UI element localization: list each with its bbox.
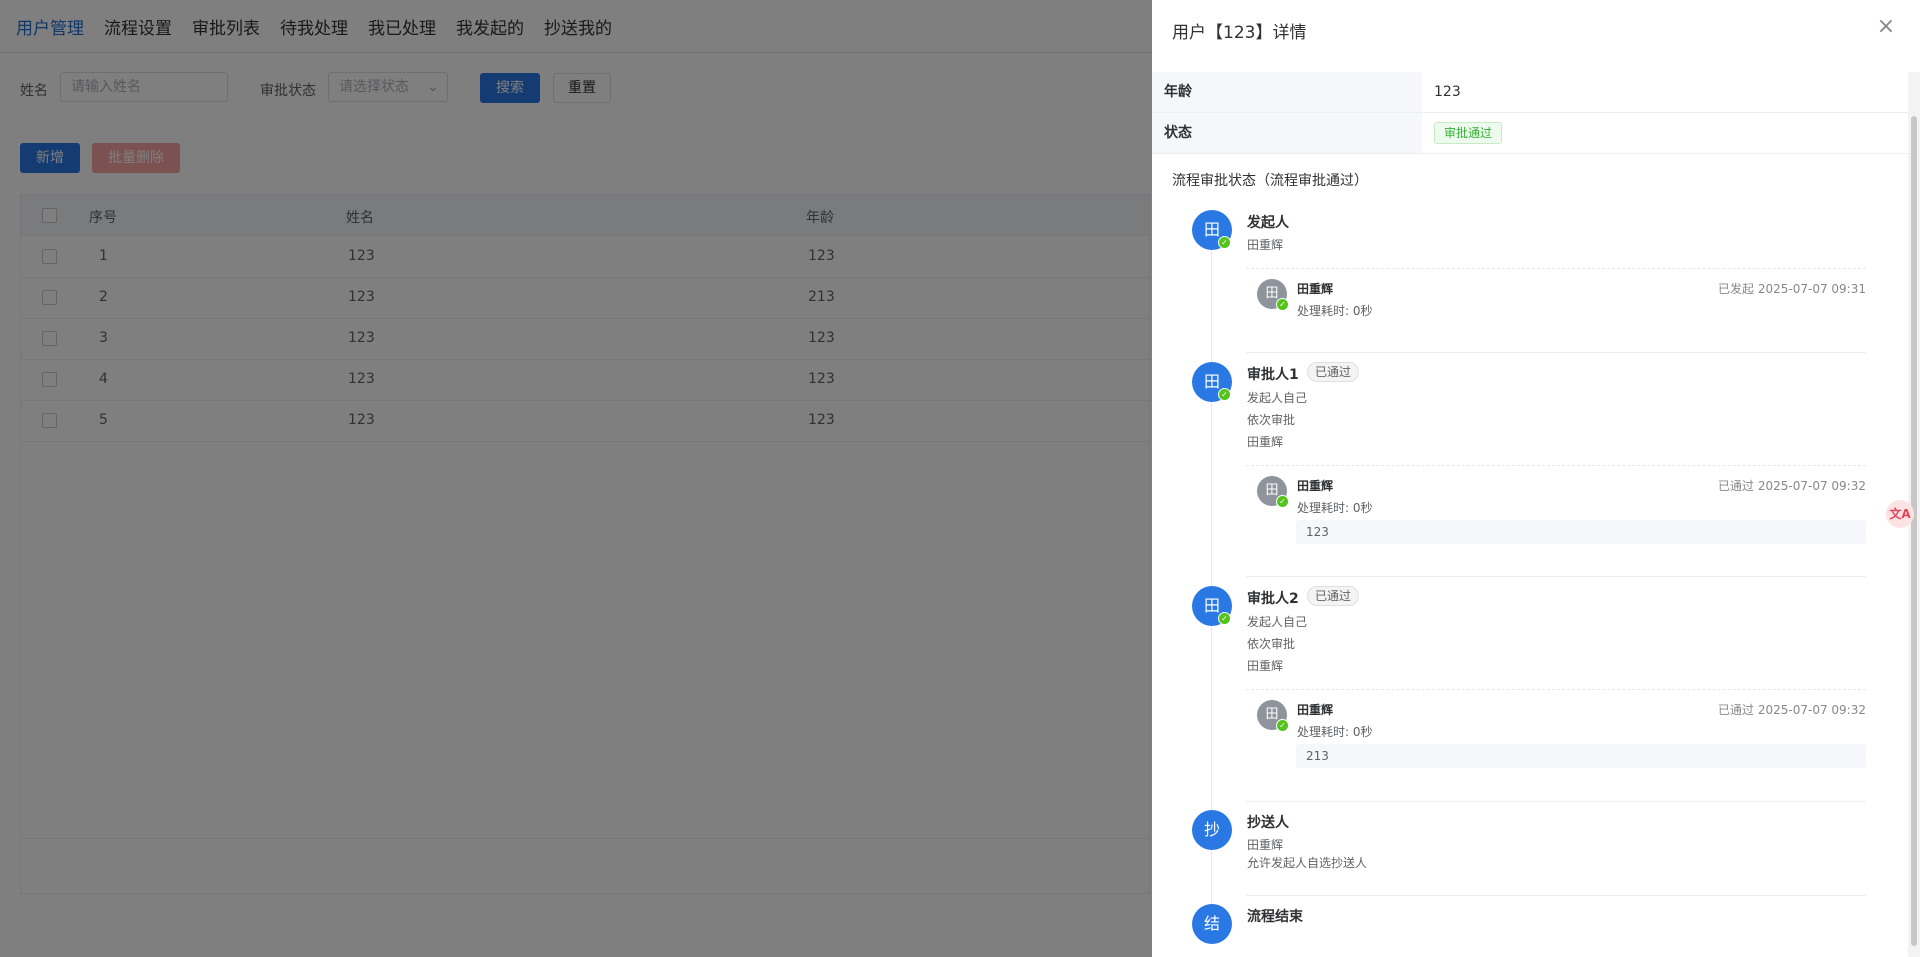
close-icon[interactable]: ×	[1874, 16, 1898, 40]
detail-label: 状态	[1152, 113, 1422, 153]
node-sub: 田重辉	[1247, 838, 1284, 852]
divider	[1246, 689, 1866, 690]
detail-drawer: 用户【123】详情 × 年龄 123 状态 审批通过 流程审批状态（流程审批通过…	[1152, 0, 1920, 957]
node-title: 抄送人	[1247, 815, 1289, 831]
translate-icon[interactable]: 文A	[1886, 500, 1914, 528]
check-icon: ✓	[1218, 236, 1231, 249]
activity-duration: 处理耗时: 0秒	[1297, 304, 1373, 318]
node-sub: 允许发起人自选抄送人	[1247, 856, 1368, 870]
scrollbar-thumb[interactable]	[1911, 116, 1917, 946]
approval-comment: 213	[1296, 744, 1866, 768]
activity-duration: 处理耗时: 0秒	[1297, 501, 1373, 515]
activity-user: 田重辉	[1297, 282, 1334, 296]
node-sub: 田重辉	[1247, 238, 1284, 252]
check-icon: ✓	[1276, 495, 1289, 508]
divider	[1246, 895, 1866, 896]
detail-value: 123	[1434, 84, 1461, 100]
activity-user: 田重辉	[1297, 479, 1334, 493]
activity-time: 已通过 2025-07-07 09:32	[1718, 703, 1866, 717]
drawer-title: 用户【123】详情	[1172, 23, 1307, 43]
divider	[1246, 465, 1866, 466]
activity-time: 已通过 2025-07-07 09:32	[1718, 479, 1866, 493]
activity-user: 田重辉	[1297, 703, 1334, 717]
node-sub: 依次审批	[1247, 413, 1296, 427]
divider	[1246, 352, 1866, 353]
divider	[1246, 268, 1866, 269]
detail-row-age: 年龄 123	[1152, 72, 1908, 113]
node-sub: 依次审批	[1247, 637, 1296, 651]
node-sub: 发起人自己	[1247, 615, 1308, 629]
node-title: 流程结束	[1247, 909, 1303, 925]
activity-duration: 处理耗时: 0秒	[1297, 725, 1373, 739]
check-icon: ✓	[1276, 719, 1289, 732]
process-status-title: 流程审批状态（流程审批通过）	[1172, 173, 1368, 189]
node-title: 发起人	[1247, 215, 1289, 231]
approval-comment: 123	[1296, 520, 1866, 544]
avatar: 结	[1192, 904, 1232, 944]
check-icon: ✓	[1218, 388, 1231, 401]
status-badge: 审批通过	[1434, 122, 1503, 144]
detail-row-status: 状态 审批通过	[1152, 113, 1908, 154]
node-sub: 发起人自己	[1247, 391, 1308, 405]
detail-label: 年龄	[1152, 72, 1422, 112]
activity-time: 已发起 2025-07-07 09:31	[1718, 282, 1866, 296]
divider	[1246, 576, 1866, 577]
node-title: 审批人2	[1247, 591, 1299, 607]
check-icon: ✓	[1218, 612, 1231, 625]
status-badge: 已通过	[1307, 586, 1360, 606]
node-sub: 田重辉	[1247, 659, 1284, 673]
node-title: 审批人1	[1247, 367, 1299, 383]
node-sub: 田重辉	[1247, 435, 1284, 449]
status-badge: 已通过	[1307, 362, 1360, 382]
avatar: 抄	[1192, 810, 1232, 850]
divider	[1246, 801, 1866, 802]
check-icon: ✓	[1276, 298, 1289, 311]
